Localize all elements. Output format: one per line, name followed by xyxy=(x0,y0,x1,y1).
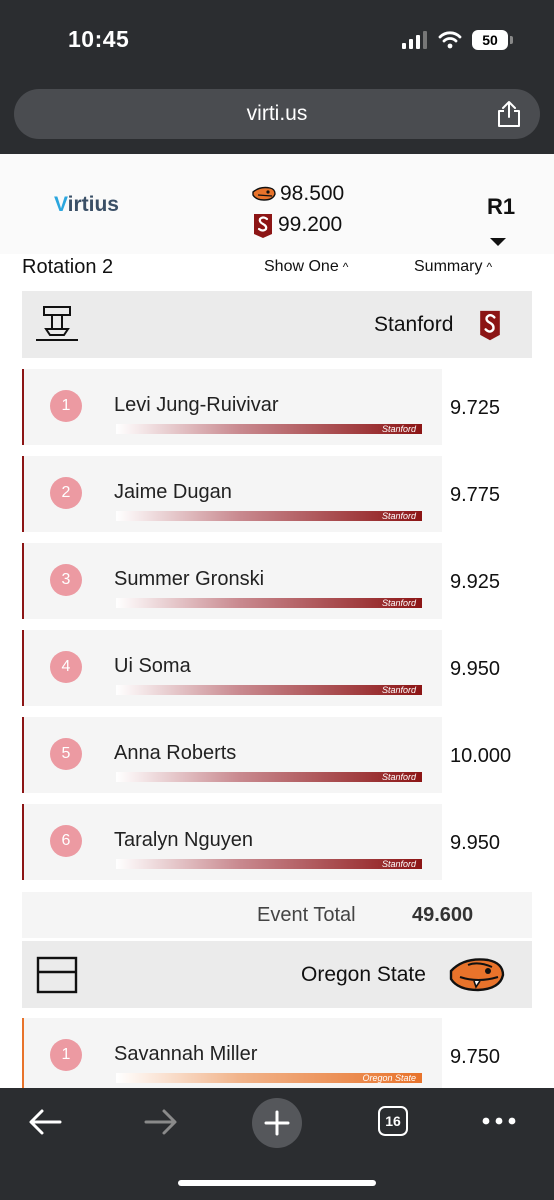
caret-up-icon: ^ xyxy=(486,260,493,274)
new-tab-button[interactable] xyxy=(252,1098,302,1148)
rotation-controls: Rotation 2 Show One ^ Summary ^ xyxy=(22,254,532,284)
athlete-row[interactable]: 4 Ui Soma Stanford xyxy=(22,630,442,706)
athlete-name: Jaime Dugan xyxy=(114,481,232,503)
browser-top-bar: 10:45 50 virti.us xyxy=(0,0,554,154)
team-strip: Stanford xyxy=(116,598,422,608)
athlete-name: Taralyn Nguyen xyxy=(114,829,253,851)
back-arrow-icon[interactable] xyxy=(28,1108,62,1136)
score-oregon-state: 98.500 xyxy=(252,178,344,209)
rotation-label: Rotation 2 xyxy=(22,256,114,278)
event-total-label: Event Total xyxy=(257,904,356,926)
athlete-name: Ui Soma xyxy=(114,655,191,677)
bars-event-icon xyxy=(36,956,78,994)
athlete-score: 9.925 xyxy=(450,571,501,593)
athlete-score: 10.000 xyxy=(450,745,512,767)
athlete-name: Savannah Miller xyxy=(114,1043,258,1065)
athlete-score: 9.725 xyxy=(450,397,501,419)
forward-arrow-icon[interactable] xyxy=(144,1108,178,1136)
plus-icon xyxy=(264,1110,290,1136)
score-value: 99.200 xyxy=(278,212,343,236)
team-name: Oregon State xyxy=(301,963,426,986)
team-bar-stanford[interactable]: Stanford xyxy=(22,291,532,358)
event-total: Event Total 49.600 xyxy=(22,892,532,938)
status-time: 10:45 xyxy=(68,26,130,52)
team-strip: Stanford xyxy=(116,859,422,869)
athlete-name: Anna Roberts xyxy=(114,742,237,764)
caret-up-icon: ^ xyxy=(342,260,349,274)
team-strip: Stanford xyxy=(116,424,422,434)
url-text: virti.us xyxy=(246,102,308,125)
athlete-order-badge: 4 xyxy=(50,651,82,683)
battery-icon: 50 xyxy=(472,30,513,50)
athlete-order-badge: 5 xyxy=(50,738,82,770)
team-strip: Stanford xyxy=(116,511,422,521)
athlete-score: 9.950 xyxy=(450,832,501,854)
more-options-icon[interactable] xyxy=(482,1116,516,1126)
status-icons: 50 xyxy=(402,30,513,50)
browser-bottom-toolbar: 16 xyxy=(0,1088,554,1200)
round-selector[interactable]: R1 xyxy=(487,194,515,220)
summary-toggle[interactable]: Summary ^ xyxy=(414,258,492,276)
url-bar[interactable]: virti.us xyxy=(14,89,540,139)
athlete-score: 9.950 xyxy=(450,658,501,680)
athlete-name: Levi Jung-Ruivivar xyxy=(114,394,279,416)
athlete-row[interactable]: 1 Levi Jung-Ruivivar Stanford xyxy=(22,369,442,445)
signal-icon xyxy=(402,31,427,49)
score-header: Virtius 98.500 99.200 R1 xyxy=(0,154,554,254)
beaver-logo-icon xyxy=(252,186,276,201)
wifi-icon xyxy=(438,31,462,49)
home-indicator[interactable] xyxy=(178,1180,376,1186)
round-caret-icon[interactable] xyxy=(490,238,506,246)
athlete-order-badge: 1 xyxy=(50,390,82,422)
athlete-score: 9.750 xyxy=(450,1046,501,1068)
team-strip: Stanford xyxy=(116,685,422,695)
score-stanford: 99.200 xyxy=(252,209,344,240)
team-strip: Oregon State xyxy=(116,1073,422,1083)
vault-event-icon xyxy=(36,306,78,341)
team-scores: 98.500 99.200 xyxy=(252,178,344,240)
share-icon[interactable] xyxy=(496,100,522,128)
team-bar-oregon-state[interactable]: Oregon State xyxy=(22,941,532,1008)
stanford-s-icon xyxy=(254,213,272,238)
virtius-logo[interactable]: Virtius xyxy=(54,193,119,217)
athlete-row[interactable]: 1 Savannah Miller Oregon State xyxy=(22,1018,442,1094)
athlete-row[interactable]: 2 Jaime Dugan Stanford xyxy=(22,456,442,532)
score-value: 98.500 xyxy=(280,181,345,205)
athlete-order-badge: 6 xyxy=(50,825,82,857)
tabs-button[interactable]: 16 xyxy=(378,1106,408,1136)
athlete-score: 9.775 xyxy=(450,484,501,506)
athlete-name: Summer Gronski xyxy=(114,568,265,590)
athlete-order-badge: 3 xyxy=(50,564,82,596)
team-name: Stanford xyxy=(374,313,454,336)
athlete-order-badge: 2 xyxy=(50,477,82,509)
athlete-row[interactable]: 5 Anna Roberts Stanford xyxy=(22,717,442,793)
athlete-order-badge: 1 xyxy=(50,1039,82,1071)
show-one-toggle[interactable]: Show One ^ xyxy=(264,258,348,276)
athlete-row[interactable]: 6 Taralyn Nguyen Stanford xyxy=(22,804,442,880)
event-total-value: 49.600 xyxy=(412,904,474,926)
stanford-s-icon xyxy=(480,310,500,341)
athlete-row[interactable]: 3 Summer Gronski Stanford xyxy=(22,543,442,619)
beaver-logo-icon xyxy=(449,958,505,992)
team-strip: Stanford xyxy=(116,772,422,782)
